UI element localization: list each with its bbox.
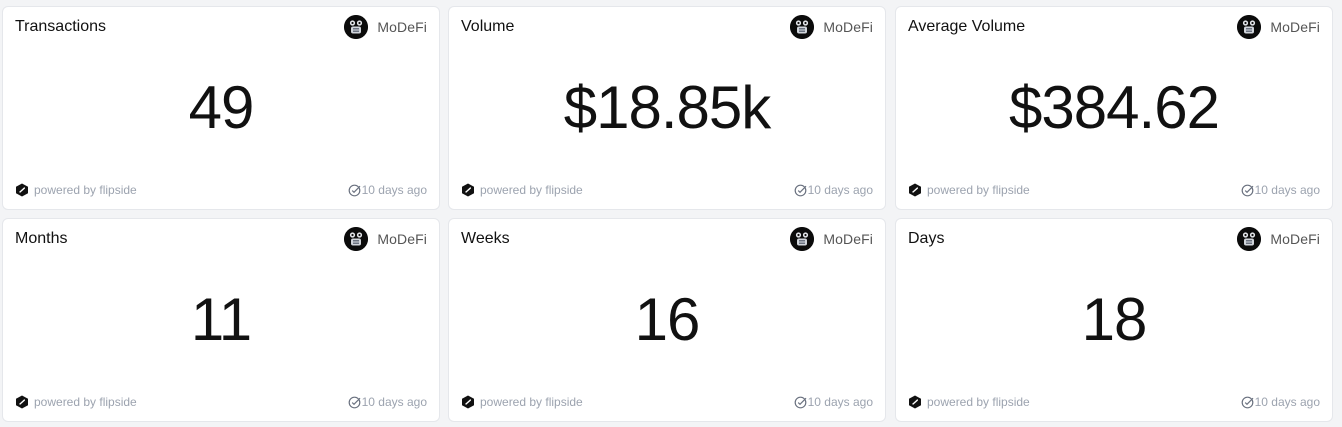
author[interactable]: MoDeFi bbox=[790, 227, 873, 251]
avatar-icon[interactable] bbox=[1237, 15, 1262, 39]
author[interactable]: MoDeFi bbox=[1237, 227, 1320, 251]
avatar-icon[interactable] bbox=[790, 15, 815, 39]
updated-text: 10 days ago bbox=[361, 395, 427, 409]
stat-value: 49 bbox=[188, 74, 255, 141]
flipside-logo-icon bbox=[15, 395, 29, 409]
author-name[interactable]: MoDeFi bbox=[1270, 19, 1320, 35]
powered-by-link[interactable]: powered by flipside bbox=[15, 395, 137, 409]
updated-text: 10 days ago bbox=[807, 183, 873, 197]
author-name[interactable]: MoDeFi bbox=[377, 231, 427, 247]
flipside-logo-icon bbox=[908, 183, 922, 197]
stat-value: $18.85k bbox=[563, 74, 772, 141]
powered-by-text[interactable]: powered by flipside bbox=[480, 395, 583, 409]
avatar-icon[interactable] bbox=[344, 15, 369, 39]
avatar-icon[interactable] bbox=[790, 227, 815, 251]
powered-by-text[interactable]: powered by flipside bbox=[34, 183, 137, 197]
check-circle-icon bbox=[1241, 396, 1254, 409]
updated-time: 10 days ago bbox=[1241, 395, 1320, 409]
author-name[interactable]: MoDeFi bbox=[823, 231, 873, 247]
flipside-logo-icon bbox=[461, 395, 475, 409]
check-circle-icon bbox=[348, 184, 361, 197]
powered-by-text[interactable]: powered by flipside bbox=[34, 395, 137, 409]
updated-time: 10 days ago bbox=[794, 395, 873, 409]
updated-time: 10 days ago bbox=[348, 183, 427, 197]
updated-time: 10 days ago bbox=[348, 395, 427, 409]
check-circle-icon bbox=[794, 396, 807, 409]
updated-time: 10 days ago bbox=[1241, 183, 1320, 197]
check-circle-icon bbox=[794, 184, 807, 197]
stat-card[interactable]: Months MoDeFi 11 powered by flipside 10 … bbox=[2, 218, 440, 422]
stat-card[interactable]: Transactions MoDeFi 49 powered by flipsi… bbox=[2, 6, 440, 210]
author[interactable]: MoDeFi bbox=[344, 15, 427, 39]
card-title[interactable]: Months bbox=[15, 230, 67, 248]
powered-by-link[interactable]: powered by flipside bbox=[15, 183, 137, 197]
updated-text: 10 days ago bbox=[807, 395, 873, 409]
powered-by-text[interactable]: powered by flipside bbox=[927, 395, 1030, 409]
author-name[interactable]: MoDeFi bbox=[377, 19, 427, 35]
flipside-logo-icon bbox=[908, 395, 922, 409]
card-title[interactable]: Volume bbox=[461, 18, 514, 36]
stat-card[interactable]: Volume MoDeFi $18.85k powered by flipsid… bbox=[448, 6, 886, 210]
author-name[interactable]: MoDeFi bbox=[1270, 231, 1320, 247]
stat-value: 16 bbox=[634, 286, 701, 353]
dashboard-grid: Transactions MoDeFi 49 powered by flipsi… bbox=[0, 0, 1342, 427]
powered-by-text[interactable]: powered by flipside bbox=[927, 183, 1030, 197]
check-circle-icon bbox=[1241, 184, 1254, 197]
powered-by-link[interactable]: powered by flipside bbox=[908, 183, 1030, 197]
flipside-logo-icon bbox=[15, 183, 29, 197]
flipside-logo-icon bbox=[461, 183, 475, 197]
card-title[interactable]: Weeks bbox=[461, 230, 510, 248]
stat-value: 18 bbox=[1081, 286, 1148, 353]
stat-card[interactable]: Days MoDeFi 18 powered by flipside 10 da… bbox=[895, 218, 1333, 422]
author[interactable]: MoDeFi bbox=[344, 227, 427, 251]
check-circle-icon bbox=[348, 396, 361, 409]
stat-value: 11 bbox=[190, 286, 252, 353]
card-title[interactable]: Transactions bbox=[15, 18, 106, 36]
stat-value: $384.62 bbox=[1009, 74, 1220, 141]
powered-by-link[interactable]: powered by flipside bbox=[908, 395, 1030, 409]
updated-time: 10 days ago bbox=[794, 183, 873, 197]
avatar-icon[interactable] bbox=[344, 227, 369, 251]
author-name[interactable]: MoDeFi bbox=[823, 19, 873, 35]
author[interactable]: MoDeFi bbox=[1237, 15, 1320, 39]
powered-by-link[interactable]: powered by flipside bbox=[461, 183, 583, 197]
card-title[interactable]: Average Volume bbox=[908, 18, 1025, 36]
avatar-icon[interactable] bbox=[1237, 227, 1262, 251]
stat-card[interactable]: Average Volume MoDeFi $384.62 powered by… bbox=[895, 6, 1333, 210]
updated-text: 10 days ago bbox=[1254, 395, 1320, 409]
powered-by-link[interactable]: powered by flipside bbox=[461, 395, 583, 409]
powered-by-text[interactable]: powered by flipside bbox=[480, 183, 583, 197]
card-title[interactable]: Days bbox=[908, 230, 944, 248]
stat-card[interactable]: Weeks MoDeFi 16 powered by flipside 10 d… bbox=[448, 218, 886, 422]
author[interactable]: MoDeFi bbox=[790, 15, 873, 39]
updated-text: 10 days ago bbox=[1254, 183, 1320, 197]
updated-text: 10 days ago bbox=[361, 183, 427, 197]
